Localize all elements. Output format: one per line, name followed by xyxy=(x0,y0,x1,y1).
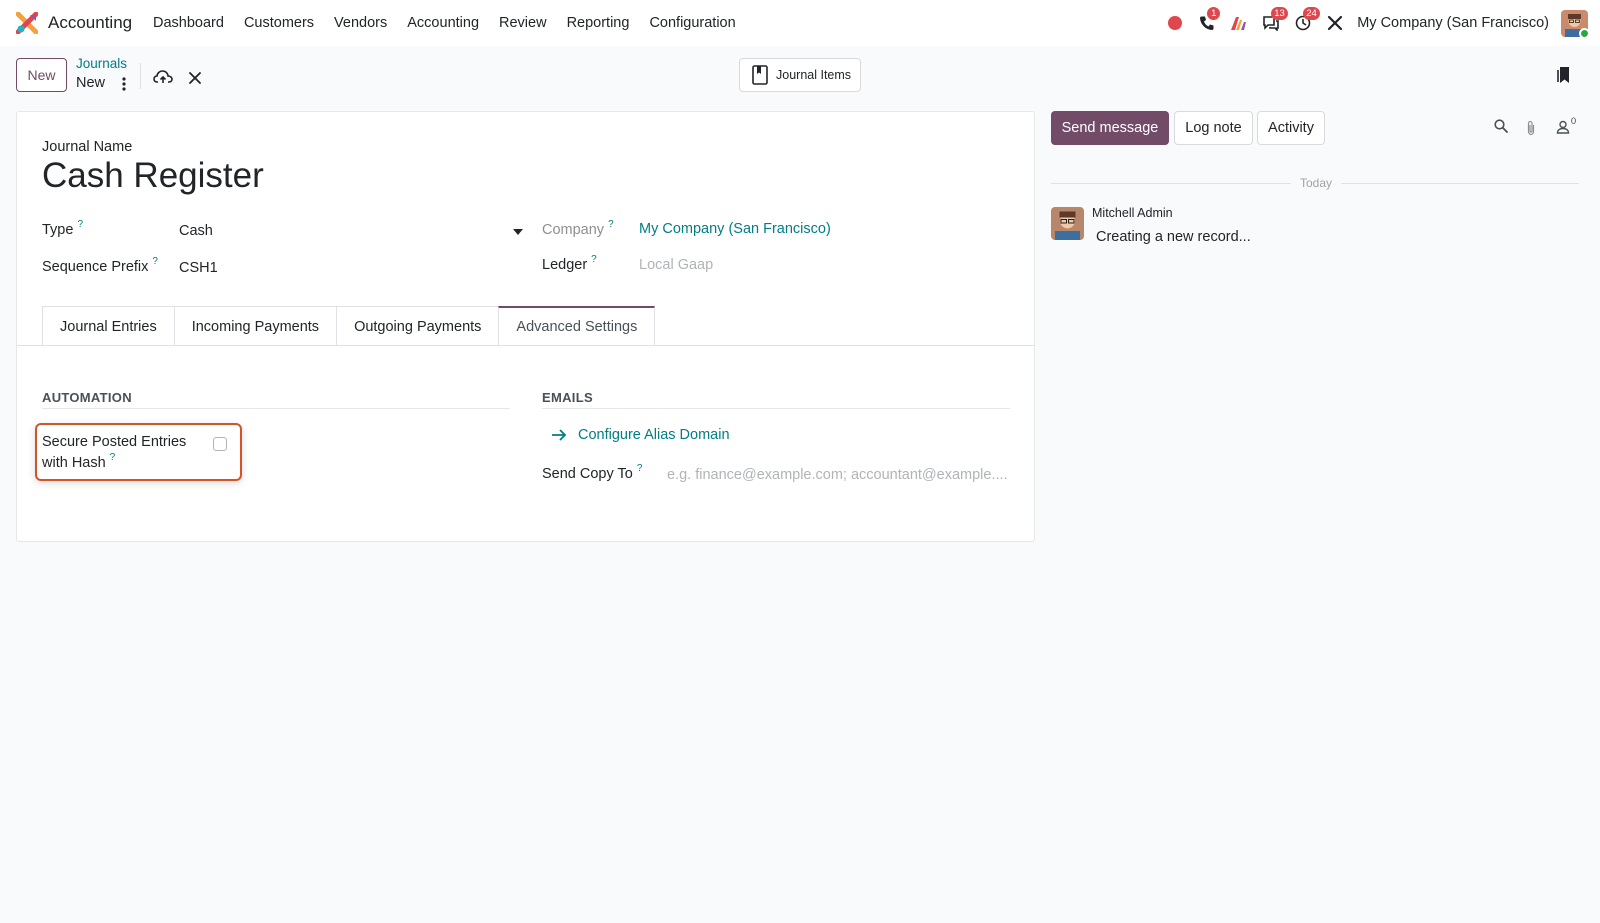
activity-button[interactable]: Activity xyxy=(1257,111,1325,145)
attachment-paperclip-icon[interactable] xyxy=(1524,119,1538,137)
arrow-right-icon xyxy=(552,429,567,441)
actions-menu-icon[interactable] xyxy=(116,76,132,92)
tab-advanced-settings[interactable]: Advanced Settings xyxy=(498,306,656,346)
ledger-label: Ledger? xyxy=(542,254,597,273)
notebook-tabs: Journal Entries Incoming Payments Outgoi… xyxy=(42,306,656,346)
type-label: Type? xyxy=(42,219,83,238)
form-sheet: Journal Name Cash Register Type? Cash Se… xyxy=(16,111,1035,542)
sequence-prefix-help-icon[interactable]: ? xyxy=(152,256,158,267)
debug-tools-icon[interactable] xyxy=(1319,0,1351,46)
book-icon xyxy=(752,65,768,85)
new-button[interactable]: New xyxy=(16,58,67,92)
type-help-icon[interactable]: ? xyxy=(77,219,83,230)
type-select[interactable]: Cash xyxy=(179,216,529,244)
follower-user-icon xyxy=(1556,120,1570,134)
tab-journal-entries[interactable]: Journal Entries xyxy=(42,306,174,346)
save-cloud-icon[interactable] xyxy=(152,68,174,86)
ledger-help-icon[interactable]: ? xyxy=(591,254,597,265)
ai-icon[interactable] xyxy=(1223,0,1255,46)
sequence-prefix-input[interactable]: CSH1 xyxy=(179,260,218,276)
ledger-input[interactable]: Local Gaap xyxy=(639,257,713,273)
secure-hash-highlight xyxy=(35,423,242,481)
tabs-divider xyxy=(17,345,1034,346)
company-help-icon[interactable]: ? xyxy=(608,219,614,230)
send-copy-label: Send Copy To? xyxy=(542,463,643,482)
send-message-button[interactable]: Send message xyxy=(1051,111,1169,145)
calls-badge: 1 xyxy=(1207,7,1221,20)
sequence-prefix-label: Sequence Prefix? xyxy=(42,256,158,275)
type-value: Cash xyxy=(179,223,213,239)
discard-close-icon[interactable] xyxy=(186,69,204,87)
menu-customers[interactable]: Customers xyxy=(234,15,324,31)
bookmark-icon[interactable] xyxy=(1555,65,1573,85)
app-brand[interactable]: Accounting xyxy=(16,12,132,34)
messages-badge: 13 xyxy=(1271,7,1288,20)
send-copy-input[interactable]: e.g. finance@example.com; accountant@exa… xyxy=(667,467,1012,483)
log-note-button[interactable]: Log note xyxy=(1174,111,1253,145)
breadcrumb-journals[interactable]: Journals xyxy=(76,56,127,71)
recording-icon[interactable] xyxy=(1159,0,1191,46)
date-separator: Today xyxy=(1051,175,1579,191)
online-status-dot xyxy=(1579,27,1588,37)
journal-name-label: Journal Name xyxy=(42,139,133,155)
messages-icon[interactable]: 13 xyxy=(1255,0,1288,46)
company-label: Company? xyxy=(542,219,614,238)
main-menu: Dashboard Customers Vendors Accounting R… xyxy=(143,0,746,46)
secure-hash-label-line2: with Hash? xyxy=(42,452,116,471)
date-separator-line-right xyxy=(1341,183,1579,184)
emails-section-title: EMAILS xyxy=(542,390,593,405)
message-body: Creating a new record... xyxy=(1096,229,1251,245)
journal-name-input[interactable]: Cash Register xyxy=(42,156,264,196)
breadcrumb-current: New xyxy=(76,75,106,91)
configure-alias-domain-link[interactable]: Configure Alias Domain xyxy=(551,427,730,443)
menu-vendors[interactable]: Vendors xyxy=(324,15,397,31)
top-navbar: Accounting Dashboard Customers Vendors A… xyxy=(0,0,1600,46)
phone-icon[interactable]: 1 xyxy=(1191,0,1223,46)
systray: 1 13 24 My Company (San Francisco) xyxy=(1159,0,1600,46)
automation-section-divider xyxy=(42,408,510,409)
menu-review[interactable]: Review xyxy=(489,15,557,31)
secure-hash-checkbox[interactable] xyxy=(213,437,227,451)
search-messages-icon[interactable] xyxy=(1493,118,1509,134)
control-divider xyxy=(140,63,141,89)
journal-items-smart-button[interactable]: Journal Items xyxy=(739,58,861,92)
send-copy-help-icon[interactable]: ? xyxy=(637,463,643,474)
app-name: Accounting xyxy=(48,13,133,32)
menu-configuration[interactable]: Configuration xyxy=(639,15,745,31)
configure-alias-domain-label: Configure Alias Domain xyxy=(578,427,730,443)
journal-items-label: Journal Items xyxy=(776,68,852,82)
dropdown-caret-icon xyxy=(513,229,523,235)
menu-reporting[interactable]: Reporting xyxy=(557,15,640,31)
date-separator-line-left xyxy=(1051,183,1291,184)
followers-count: 0 xyxy=(1570,115,1577,127)
followers-button[interactable]: 0 xyxy=(1553,115,1579,136)
menu-accounting[interactable]: Accounting xyxy=(397,15,489,31)
secure-hash-label-line1: Secure Posted Entries xyxy=(42,434,187,450)
company-switcher[interactable]: My Company (San Francisco) xyxy=(1357,15,1549,31)
menu-dashboard[interactable]: Dashboard xyxy=(143,15,234,31)
company-value[interactable]: My Company (San Francisco) xyxy=(639,221,831,237)
automation-section-title: AUTOMATION xyxy=(42,390,132,405)
activities-badge: 24 xyxy=(1303,7,1320,20)
app-logo-icon xyxy=(16,12,38,34)
message-author-avatar[interactable] xyxy=(1051,207,1084,240)
message-author[interactable]: Mitchell Admin xyxy=(1092,206,1173,220)
emails-section-divider xyxy=(542,408,1010,409)
date-separator-label: Today xyxy=(1299,176,1333,190)
tab-incoming-payments[interactable]: Incoming Payments xyxy=(173,306,337,346)
activities-clock-icon[interactable]: 24 xyxy=(1287,0,1320,46)
user-avatar[interactable] xyxy=(1561,9,1588,37)
tab-outgoing-payments[interactable]: Outgoing Payments xyxy=(336,306,499,346)
secure-hash-help-icon[interactable]: ? xyxy=(110,452,116,463)
